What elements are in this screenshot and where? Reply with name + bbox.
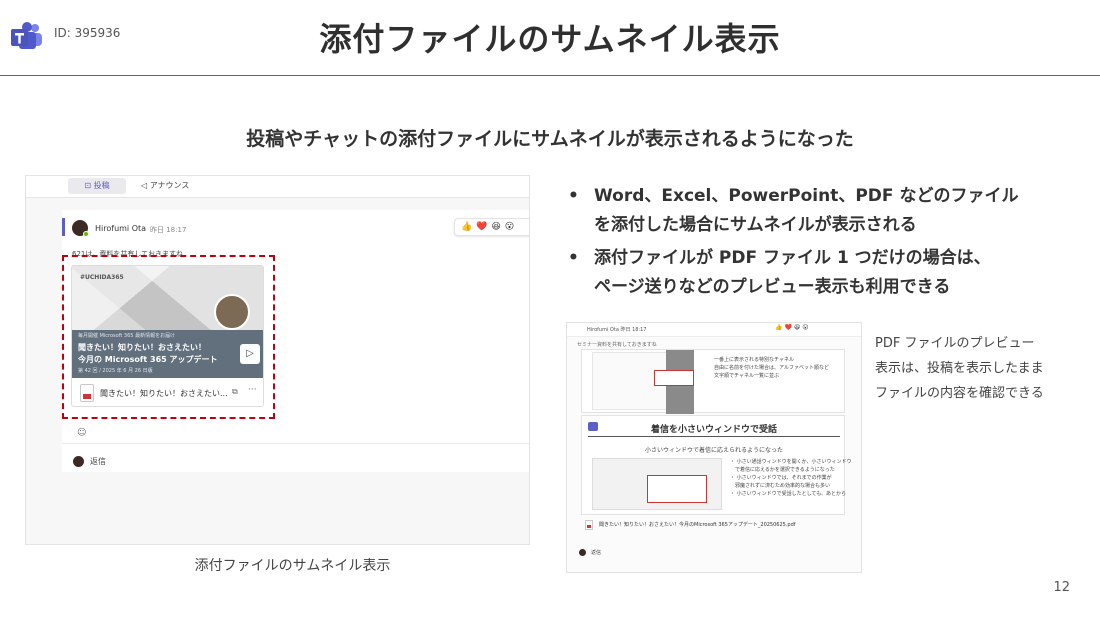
preview-page-2-callout xyxy=(647,475,707,503)
chat-icon: ⊡ xyxy=(84,181,92,190)
reply-avatar xyxy=(579,549,586,556)
right-caption: PDF ファイルのプレビュー 表示は、投稿を表示したまま ファイルの内容を確認で… xyxy=(875,331,1095,406)
preview-page-1-text: 一番上に表示される特別なチャネル 自由に名前を付けた場合は、アルファベット順など… xyxy=(714,356,829,380)
channel-tabbar: ⊡ 投稿 ◁ アナウンス xyxy=(26,176,529,198)
post-accent-bar xyxy=(62,218,65,236)
preview-page-1-line: 一番上に表示される特別なチャネル xyxy=(714,357,794,363)
preview-page-1-line: 自由に名前を付けた場合は、アルファベット順など xyxy=(714,365,829,371)
presence-indicator xyxy=(83,231,89,237)
preview-file-name[interactable]: 聞きたい！知りたい！おさえたい！今月のMicrosoft 365アップデート_2… xyxy=(599,521,796,528)
preview-page-2-title: 着信を小さいウィンドウで受話 xyxy=(650,425,777,435)
reply-button[interactable]: 返信 xyxy=(591,549,601,556)
reply-divider xyxy=(62,443,529,444)
preview-page-2-line: で着信に応えるかを選択できるようになった xyxy=(730,467,835,473)
post-timestamp: 昨日 18:17 xyxy=(150,226,187,234)
tab-announcement[interactable]: ◁ アナウンス xyxy=(141,178,189,194)
megaphone-icon: ◁ xyxy=(141,181,148,190)
teams-post-screenshot: ⊡ 投稿 ◁ アナウンス Hirofumi Ota 昨日 18:17 👍❤️😆😮… xyxy=(25,175,530,545)
bullet-line1: Word、Excel、PowerPoint、PDF などのファイル xyxy=(594,186,1019,206)
feature-bullets: • Word、Excel、PowerPoint、PDF などのファイル を添付し… xyxy=(568,182,1088,306)
page-number: 12 xyxy=(1053,580,1070,595)
preview-page-2-text: ・ 小さい通話ウィンドウを開くか、小さいウィンドウ で着信に応えるかを選択できる… xyxy=(730,458,852,498)
tab-posts[interactable]: ⊡ 投稿 xyxy=(68,178,126,194)
bullet-dot-icon: • xyxy=(568,248,579,268)
preview-page-2[interactable]: 着信を小さいウィンドウで受話 小さいウィンドウで着信に応えられるようになった ・… xyxy=(581,415,852,515)
slide-subtitle: 投稿やチャットの添付ファイルにサムネイルが表示されるようになった xyxy=(246,128,854,150)
avatar[interactable] xyxy=(72,220,89,237)
preview-page-2-line: 邪魔されずに済むため効率的な場合も多い xyxy=(730,483,831,489)
reaction-bar[interactable]: 👍❤️😆😮 xyxy=(454,218,529,236)
bullet-dot-icon: • xyxy=(568,186,579,206)
add-reaction-icon[interactable]: ☺ xyxy=(77,428,86,438)
preview-page-1-callout xyxy=(654,370,694,386)
reply-button[interactable]: 返信 xyxy=(90,456,106,467)
pdf-preview-screenshot: Hirofumi Ota 昨日 18:17 👍❤️😆😮 セミナー資料を共有してお… xyxy=(566,322,862,573)
bullet-line2: ページ送りなどのプレビュー表示も利用できる xyxy=(594,277,951,297)
post-author[interactable]: Hirofumi Ota xyxy=(95,224,146,233)
bullet-line1: 添付ファイルが PDF ファイル 1 つだけの場合は、 xyxy=(594,248,991,268)
slide-header: ID: 395936 添付ファイルのサムネイル表示 xyxy=(0,0,1100,76)
preview-page-2-line: ・ 小さいウィンドウでは、それまでの作業が xyxy=(730,475,832,481)
preview-page-2-rule xyxy=(588,436,840,437)
slide-title: 添付ファイルのサムネイル表示 xyxy=(319,20,781,58)
preview-page-1[interactable]: 一番上に表示される特別なチャネル 自由に名前を付けた場合は、アルファベット順など… xyxy=(581,349,845,414)
preview-page-2-line: ・ 小さいウィンドウで受話したとしても、あとから xyxy=(730,491,847,497)
preview-file-row[interactable]: 聞きたい！知りたい！おさえたい！今月のMicrosoft 365アップデート_2… xyxy=(581,519,845,533)
bullet-line2: を添付した場合にサムネイルが表示される xyxy=(594,215,917,235)
bullet-item: • 添付ファイルが PDF ファイル 1 つだけの場合は、 ページ送りなどのプレ… xyxy=(568,244,1088,302)
pdf-file-icon xyxy=(585,520,593,530)
tab-announcement-label: アナウンス xyxy=(149,181,190,190)
preview-page-2-line: ・ 小さい通話ウィンドウを開くか、小さいウィンドウ xyxy=(730,459,852,465)
tab-posts-label: 投稿 xyxy=(93,181,110,190)
right-caption-line: PDF ファイルのプレビュー xyxy=(875,336,1035,351)
preview-page-2-screenshot xyxy=(592,458,722,510)
bullet-item: • Word、Excel、PowerPoint、PDF などのファイル を添付し… xyxy=(568,182,1088,240)
right-caption-line: ファイルの内容を確認できる xyxy=(875,386,1044,401)
preview-post-author: Hirofumi Ota 昨日 18:17 xyxy=(587,327,647,333)
preview-post-message: セミナー資料を共有しておきますね xyxy=(577,342,657,348)
right-caption-line: 表示は、投稿を表示したまま xyxy=(875,361,1044,376)
highlight-box xyxy=(62,255,275,419)
left-caption: 添付ファイルのサムネイル表示 xyxy=(194,558,391,574)
preview-post-header: Hirofumi Ota 昨日 18:17 👍❤️😆😮 xyxy=(567,323,861,337)
preview-page-1-line: 文字順でチャネル一覧に並ぶ xyxy=(714,373,779,379)
preview-page-2-subtitle: 小さいウィンドウで着信に応えられるようになった xyxy=(644,447,783,454)
reply-avatar xyxy=(73,456,84,467)
preview-reaction-bar[interactable]: 👍❤️😆😮 xyxy=(775,324,810,331)
